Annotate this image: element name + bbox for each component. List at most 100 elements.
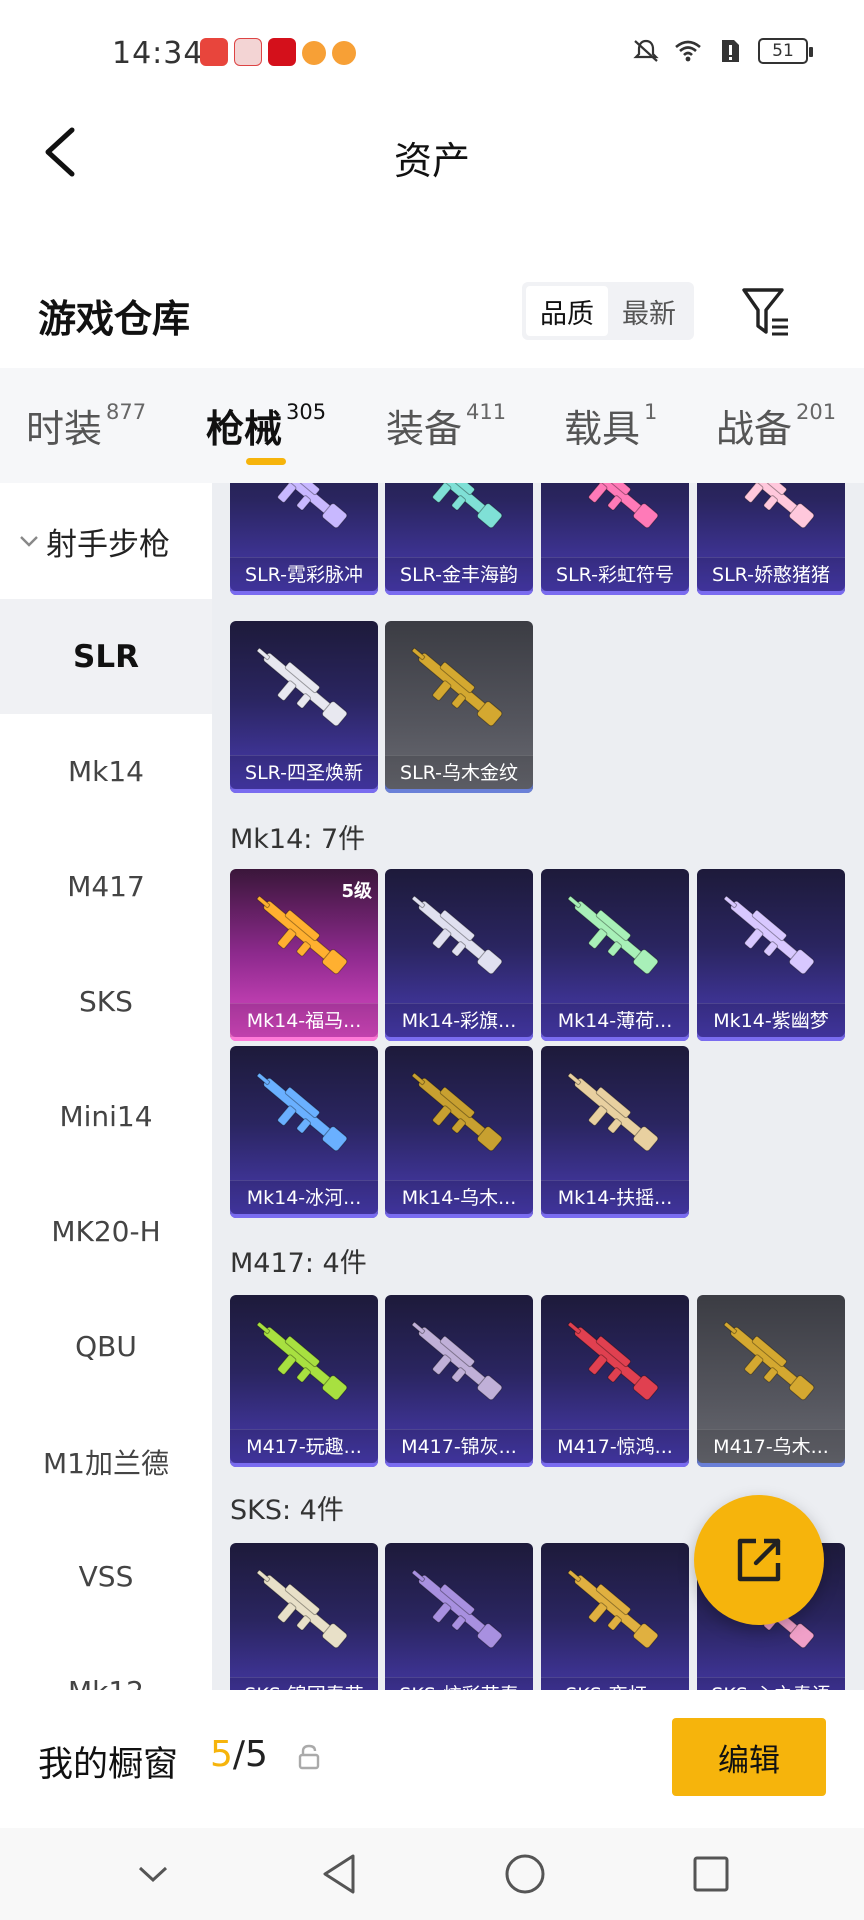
- sidebar-item-mk12[interactable]: Mk12: [0, 1634, 212, 1690]
- app-notification-icon: [200, 38, 228, 66]
- weapon-card-name: Mk14-彩旗...: [385, 1003, 533, 1037]
- weapon-card[interactable]: SKS-锦团春花: [230, 1543, 378, 1690]
- tab-label: 载具: [564, 407, 641, 451]
- showcase-bar: 我的橱窗 5/5 编辑: [0, 1690, 864, 1828]
- mute-icon: [633, 39, 659, 62]
- showcase-label: 我的橱窗: [38, 1745, 179, 1785]
- sidebar-item-m1-garand[interactable]: M1加兰德: [0, 1404, 212, 1519]
- nav-back-button[interactable]: [309, 1844, 369, 1904]
- weapon-card[interactable]: M417-乌木...: [697, 1295, 845, 1467]
- weapon-card[interactable]: Mk14-薄荷...: [541, 869, 689, 1041]
- sidebar-item-mk20h[interactable]: MK20-H: [0, 1174, 212, 1289]
- category-tabs: 时装 877 枪械 305 装备 411 载具 1 战备 201: [0, 368, 864, 483]
- weapon-card-name: SLR-四圣焕新: [230, 755, 378, 789]
- tab-equipment[interactable]: 装备 411: [386, 398, 506, 453]
- weapon-card[interactable]: M417-锦灰...: [385, 1295, 533, 1467]
- showcase-separator: /: [232, 1734, 246, 1775]
- tab-label: 时装: [26, 407, 103, 451]
- rifle-icon: [574, 483, 659, 529]
- weapon-card-name: SKS-炫彩花春: [385, 1677, 533, 1690]
- filter-button[interactable]: [738, 282, 794, 342]
- weapon-card[interactable]: SKS-炫彩花春: [385, 1543, 533, 1690]
- weapon-card-name: SKS-心之奏语: [697, 1677, 845, 1690]
- chevron-down-icon: [20, 536, 38, 547]
- weapon-card-name: M417-乌木...: [697, 1429, 845, 1463]
- weapon-card[interactable]: SLR-四圣焕新: [230, 621, 378, 793]
- top-nav: 资产: [0, 100, 864, 210]
- sidebar-item-slr[interactable]: SLR: [0, 599, 212, 714]
- weapon-card-name: SKS-锦团春花: [230, 1677, 378, 1690]
- weapon-card-name: SLR-彩虹符号: [541, 557, 689, 591]
- app-notification-icon: [268, 38, 296, 66]
- edit-button[interactable]: 编辑: [672, 1718, 826, 1796]
- tab-vehicles[interactable]: 载具 1: [564, 398, 657, 453]
- rifle-icon: [411, 1569, 503, 1649]
- tab-gear[interactable]: 战备 201: [716, 398, 836, 453]
- app-notification-icon: [332, 41, 356, 65]
- sidebar-item-m417[interactable]: M417: [0, 829, 212, 944]
- weapon-sidebar: 射手步枪 SLR Mk14 M417 SKS Mini14 MK20-H QBU…: [0, 483, 212, 1690]
- weapon-card-name: SKS-夜灯...: [541, 1677, 689, 1690]
- weapon-card[interactable]: SLR-乌木金纹: [385, 621, 533, 793]
- circle-home-icon: [505, 1854, 545, 1894]
- weapon-card[interactable]: SLR-金丰海韵: [385, 483, 533, 595]
- sort-option-newest[interactable]: 最新: [608, 286, 690, 336]
- rifle-icon: [723, 895, 815, 975]
- weapon-card[interactable]: Mk14-冰河...: [230, 1046, 378, 1218]
- weapon-card-name: M417-锦灰...: [385, 1429, 533, 1463]
- rifle-icon: [567, 895, 659, 975]
- battery-icon: 51: [758, 38, 813, 64]
- share-fab[interactable]: [694, 1495, 824, 1625]
- sidebar-item-vss[interactable]: VSS: [0, 1519, 212, 1634]
- wifi-icon: [675, 40, 701, 62]
- rifle-icon: [411, 895, 503, 975]
- weapon-card-name: M417-玩趣...: [230, 1429, 378, 1463]
- rifle-icon: [256, 1569, 348, 1649]
- square-recents-icon: [693, 1856, 729, 1892]
- page-title: 资产: [393, 139, 470, 183]
- section-label-mk14: Mk14: 7件: [230, 824, 366, 855]
- rifle-icon: [411, 1072, 503, 1152]
- weapon-card[interactable]: SLR-娇憨猪猪: [697, 483, 845, 595]
- rifle-icon: [256, 1321, 348, 1401]
- sidebar-item-mk14[interactable]: Mk14: [0, 714, 212, 829]
- weapon-card[interactable]: Mk14-彩旗...: [385, 869, 533, 1041]
- tab-count: 305: [286, 400, 327, 424]
- app-notification-icon: [302, 41, 326, 65]
- rifle-icon: [411, 647, 503, 727]
- weapon-card[interactable]: 5级 Mk14-福马...: [230, 869, 378, 1041]
- weapon-card-name: SLR-金丰海韵: [385, 557, 533, 591]
- tab-firearms[interactable]: 枪械 305: [206, 398, 326, 453]
- sidebar-item-mini14[interactable]: Mini14: [0, 1059, 212, 1174]
- weapon-card[interactable]: SLR-彩虹符号: [541, 483, 689, 595]
- tab-label: 枪械: [206, 407, 283, 451]
- tab-count: 201: [796, 400, 837, 424]
- weapon-card[interactable]: Mk14-紫幽梦: [697, 869, 845, 1041]
- weapon-card[interactable]: Mk14-乌木...: [385, 1046, 533, 1218]
- rifle-icon: [256, 1072, 348, 1152]
- system-icons: 51: [632, 38, 813, 64]
- chevron-down-icon: [138, 1866, 168, 1883]
- weapon-card-name: Mk14-乌木...: [385, 1180, 533, 1214]
- weapon-card[interactable]: SKS-夜灯...: [541, 1543, 689, 1690]
- section-label-sks: SKS: 4件: [230, 1495, 344, 1526]
- nav-collapse-button[interactable]: [123, 1844, 183, 1904]
- sidebar-item-sks[interactable]: SKS: [0, 944, 212, 1059]
- rifle-icon: [730, 483, 815, 529]
- weapon-card-name: SLR-乌木金纹: [385, 755, 533, 789]
- tab-count: 877: [106, 400, 147, 424]
- notification-icons: [200, 38, 356, 66]
- sort-option-quality[interactable]: 品质: [526, 286, 608, 336]
- weapon-card[interactable]: M417-惊鸿...: [541, 1295, 689, 1467]
- nav-home-button[interactable]: [495, 1844, 555, 1904]
- nav-recents-button[interactable]: [681, 1844, 741, 1904]
- weapon-card[interactable]: Mk14-扶摇...: [541, 1046, 689, 1218]
- warehouse-header: 游戏仓库 品质 最新: [0, 262, 864, 362]
- sidebar-group-marksman-rifles[interactable]: 射手步枪: [0, 483, 212, 599]
- tab-fashion[interactable]: 时装 877: [26, 398, 146, 453]
- sidebar-group-label: 射手步枪: [46, 526, 170, 563]
- sidebar-item-qbu[interactable]: QBU: [0, 1289, 212, 1404]
- weapon-card[interactable]: SLR-霓彩脉冲: [230, 483, 378, 595]
- sim-alert-icon: [722, 40, 739, 62]
- weapon-card[interactable]: M417-玩趣...: [230, 1295, 378, 1467]
